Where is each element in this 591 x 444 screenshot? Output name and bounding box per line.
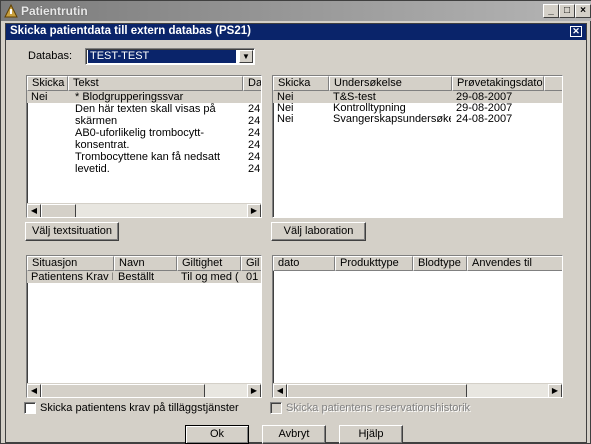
row-navn: Beställt xyxy=(118,271,155,283)
scroll-right-icon[interactable]: ▶ xyxy=(247,204,261,217)
row-situasjon: Patientens Krav P... xyxy=(31,271,113,283)
app-title-bar[interactable]: Patientrutin _ □ × xyxy=(1,1,591,21)
sit-col-gil[interactable]: Gil xyxy=(241,256,261,271)
lab-col-dato[interactable]: Prøvetakingsdato xyxy=(452,76,544,91)
reservation-checkbox-label: Skicka patientens reservationshistorik xyxy=(286,402,471,414)
valj-laboration-button[interactable]: Välj laboration xyxy=(271,222,366,241)
row-skicka: Nei xyxy=(31,91,48,103)
table-row[interactable]: Nei * Blodgrupperingssvar xyxy=(27,91,261,103)
row-tekst: * Blodgrupperingssvar xyxy=(75,91,184,103)
sit-col-situasjon[interactable]: Situasjon xyxy=(27,256,114,271)
scroll-right-icon[interactable]: ▶ xyxy=(247,384,261,397)
row-date xyxy=(248,91,261,103)
reservation-checkbox[interactable] xyxy=(270,402,282,414)
text-col-date[interactable]: Da xyxy=(243,76,261,91)
dialog-title-bar[interactable]: Skicka patientdata till extern databas (… xyxy=(6,24,586,40)
row-gil: 01 xyxy=(246,271,259,283)
row-tekst: levetid. xyxy=(75,163,110,175)
database-label: Databas: xyxy=(28,50,73,62)
row-skicka xyxy=(31,139,67,151)
table-row[interactable]: Den här texten skall visas på 24 xyxy=(27,103,261,115)
app-title: Patientrutin xyxy=(21,4,88,18)
row-skicka: Nei xyxy=(277,113,294,125)
row-date: 24 xyxy=(248,115,261,127)
text-col-skicka[interactable]: Skicka xyxy=(27,76,68,91)
table-row[interactable]: Trombocyttene kan få nedsatt 24 xyxy=(27,151,261,163)
text-horizontal-scrollbar[interactable]: ◀ ▶ xyxy=(27,203,261,217)
sit-col-navn[interactable]: Navn xyxy=(114,256,177,271)
row-skicka xyxy=(31,127,67,139)
lab-col-undersokelse[interactable]: Undersøkelse xyxy=(329,76,452,91)
row-tekst: skärmen xyxy=(75,115,118,127)
row-skicka xyxy=(31,115,67,127)
situation-horizontal-scrollbar[interactable]: ◀ ▶ xyxy=(27,383,261,397)
maximize-icon[interactable]: □ xyxy=(559,4,575,18)
row-date: 24 xyxy=(248,151,261,163)
blood-product-table[interactable]: dato Produkttype Blodtype Anvendes til ◀… xyxy=(272,255,563,398)
dialog: Skicka patientdata till extern databas (… xyxy=(5,23,587,444)
krav-checkbox[interactable] xyxy=(24,402,36,414)
scroll-thumb[interactable] xyxy=(287,384,467,397)
row-date: 24 xyxy=(248,103,261,115)
lab-table[interactable]: Skicka Undersøkelse Prøvetakingsdato Nei… xyxy=(272,75,563,218)
scroll-left-icon[interactable]: ◀ xyxy=(273,384,287,397)
table-row[interactable]: Patientens Krav P... Beställt Til og med (… xyxy=(27,271,261,283)
scroll-left-icon[interactable]: ◀ xyxy=(27,384,41,397)
row-giltighet: Til og med (... xyxy=(181,271,239,283)
table-row[interactable]: konsentrat. 24 xyxy=(27,139,261,151)
blood-col-produkttype[interactable]: Produkttype xyxy=(335,256,413,271)
row-dato: 24-08-2007 xyxy=(456,113,513,125)
ok-button[interactable]: Ok xyxy=(185,425,249,444)
row-undersokelse: Svangerskapsundersøkelse xyxy=(333,113,451,125)
row-date: 24 xyxy=(248,163,261,175)
blood-col-blodtype[interactable]: Blodtype xyxy=(413,256,467,271)
app-window: Patientrutin _ □ × Skicka patientdata ti… xyxy=(0,0,591,444)
dialog-title: Skicka patientdata till extern databas (… xyxy=(10,25,251,37)
database-value: TEST-TEST xyxy=(88,50,236,63)
scroll-thumb[interactable] xyxy=(41,204,76,217)
lab-col-filler xyxy=(544,76,562,91)
text-col-tekst[interactable]: Tekst xyxy=(68,76,243,91)
sit-col-giltighet[interactable]: Giltighet xyxy=(177,256,241,271)
scroll-right-icon[interactable]: ▶ xyxy=(548,384,562,397)
table-row[interactable]: Nei Svangerskapsundersøkelse 24-08-2007 xyxy=(273,113,562,125)
blood-col-anvendes[interactable]: Anvendes til xyxy=(467,256,562,271)
table-row[interactable]: skärmen 24 xyxy=(27,115,261,127)
hjalp-button[interactable]: Hjälp xyxy=(339,425,403,444)
row-tekst: Den här texten skall visas på xyxy=(75,103,216,115)
row-skicka xyxy=(31,151,67,163)
krav-checkbox-label[interactable]: Skicka patientens krav på tilläggstjänst… xyxy=(40,402,239,414)
text-table[interactable]: Skicka Tekst Da Nei * Blodgrupperingssvar… xyxy=(26,75,262,218)
row-tekst: konsentrat. xyxy=(75,139,130,151)
row-skicka xyxy=(31,103,67,115)
blood-col-dato[interactable]: dato xyxy=(273,256,335,271)
dialog-close-icon[interactable]: ✕ xyxy=(570,26,582,37)
scroll-thumb[interactable] xyxy=(41,384,205,397)
scroll-left-icon[interactable]: ◀ xyxy=(27,204,41,217)
lab-col-skicka[interactable]: Skicka xyxy=(273,76,329,91)
row-tekst: AB0-uforlikelig trombocytt- xyxy=(75,127,204,139)
row-date: 24 xyxy=(248,127,261,139)
minimize-icon[interactable]: _ xyxy=(543,4,559,18)
row-date: 24 xyxy=(248,139,261,151)
app-icon xyxy=(4,4,18,18)
database-select[interactable]: TEST-TEST ▼ xyxy=(85,48,255,65)
blood-horizontal-scrollbar[interactable]: ◀ ▶ xyxy=(273,383,562,397)
chevron-down-icon[interactable]: ▼ xyxy=(239,50,253,63)
avbryt-button[interactable]: Avbryt xyxy=(262,425,326,444)
row-skicka xyxy=(31,163,67,175)
valj-textsituation-button[interactable]: Välj textsituation xyxy=(25,222,119,241)
situation-table[interactable]: Situasjon Navn Giltighet Gil Patientens … xyxy=(26,255,262,398)
table-row[interactable]: levetid. 24 xyxy=(27,163,261,175)
table-row[interactable]: AB0-uforlikelig trombocytt- 24 xyxy=(27,127,261,139)
close-icon[interactable]: × xyxy=(575,4,591,18)
row-tekst: Trombocyttene kan få nedsatt xyxy=(75,151,221,163)
